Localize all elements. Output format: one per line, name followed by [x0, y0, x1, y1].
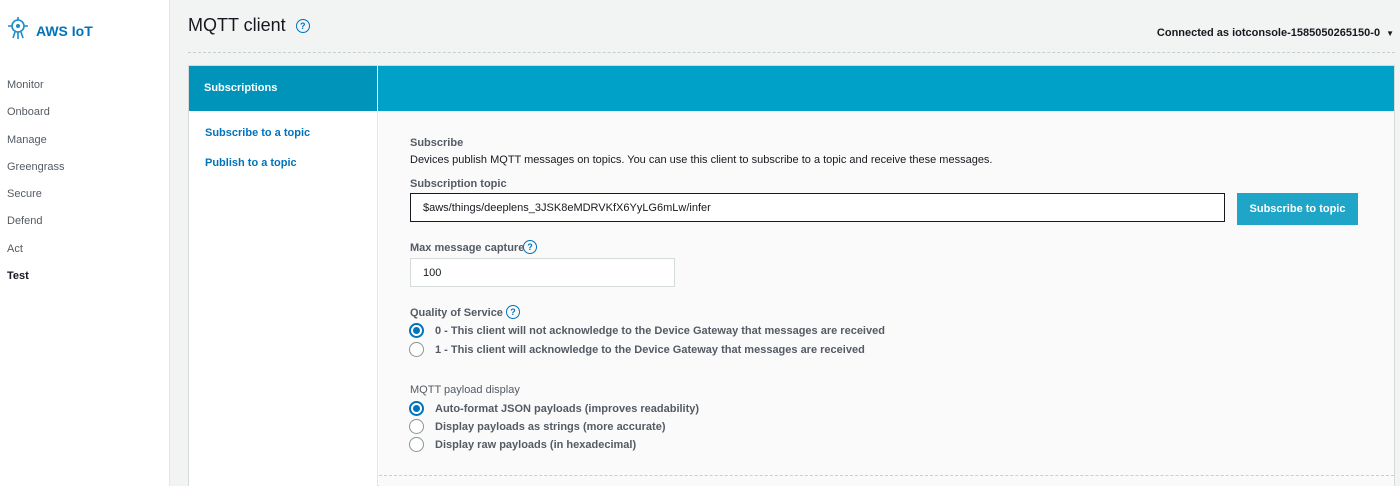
- nav-item-secure[interactable]: Secure: [7, 187, 64, 214]
- left-navigation: AWS IoT Monitor Onboard Manage Greengras…: [0, 0, 170, 486]
- max-capture-label: Max message capture: [410, 242, 525, 254]
- qos-0-radio[interactable]: [409, 323, 424, 338]
- payload-strings-radio[interactable]: [409, 419, 424, 434]
- nav-item-manage[interactable]: Manage: [7, 133, 64, 160]
- connected-label: Connected as iotconsole-1585050265150-0: [1156, 27, 1381, 39]
- payload-hex-label: Display raw payloads (in hexadecimal): [435, 438, 637, 451]
- nav-item-test[interactable]: Test: [7, 269, 64, 296]
- payload-display-label: MQTT payload display: [410, 384, 520, 396]
- page-title-row: MQTT client ?: [188, 15, 310, 36]
- max-message-capture-input[interactable]: [410, 258, 675, 287]
- subnav-subscribe-link[interactable]: Subscribe to a topic: [205, 127, 310, 139]
- subnav-publish-link[interactable]: Publish to a topic: [205, 157, 297, 169]
- content-divider: [379, 475, 1394, 476]
- qos-option-0[interactable]: 0 - This client will not acknowledge to …: [409, 323, 885, 338]
- nav-item-act[interactable]: Act: [7, 242, 64, 269]
- subscription-topic-input[interactable]: [410, 193, 1225, 222]
- subscription-subnav: Subscribe to a topic Publish to a topic: [189, 111, 378, 486]
- qos-1-label: 1 - This client will acknowledge to the …: [435, 343, 865, 356]
- help-icon[interactable]: ?: [295, 18, 310, 33]
- subscribe-heading: Subscribe: [410, 137, 464, 149]
- nav-list: Monitor Onboard Manage Greengrass Secure…: [7, 78, 64, 296]
- qos-label: Quality of Service: [410, 307, 503, 319]
- payload-json-label: Auto-format JSON payloads (improves read…: [435, 402, 700, 415]
- tab-subscriptions[interactable]: Subscriptions: [189, 66, 378, 111]
- brand[interactable]: AWS IoT: [6, 16, 93, 45]
- caret-down-icon: ▼: [1386, 28, 1394, 38]
- header-divider: [188, 52, 1395, 53]
- mqtt-panel: Subscriptions Subscribe to a topic Publi…: [188, 65, 1395, 486]
- payload-option-json[interactable]: Auto-format JSON payloads (improves read…: [409, 401, 699, 416]
- qos-0-label: 0 - This client will not acknowledge to …: [435, 324, 885, 337]
- qos-help-icon[interactable]: ?: [506, 305, 520, 319]
- payload-option-strings[interactable]: Display payloads as strings (more accura…: [409, 419, 665, 434]
- subscribe-form: Subscribe Devices publish MQTT messages …: [379, 111, 1394, 486]
- qos-1-radio[interactable]: [409, 342, 424, 357]
- nav-item-defend[interactable]: Defend: [7, 214, 64, 241]
- brand-name: AWS IoT: [36, 22, 93, 39]
- payload-json-radio[interactable]: [409, 401, 424, 416]
- connection-menu[interactable]: Connected as iotconsole-1585050265150-0 …: [1157, 27, 1394, 39]
- subscribe-to-topic-button[interactable]: Subscribe to topic: [1237, 193, 1358, 225]
- payload-strings-label: Display payloads as strings (more accura…: [435, 420, 666, 433]
- page-title: MQTT client: [188, 15, 286, 35]
- subscribe-description: Devices publish MQTT messages on topics.…: [410, 154, 993, 166]
- payload-option-hex[interactable]: Display raw payloads (in hexadecimal): [409, 437, 636, 452]
- topic-label: Subscription topic: [410, 178, 507, 190]
- nav-item-monitor[interactable]: Monitor: [7, 78, 64, 105]
- max-capture-help-icon[interactable]: ?: [523, 240, 537, 254]
- nav-item-greengrass[interactable]: Greengrass: [7, 160, 64, 187]
- payload-hex-radio[interactable]: [409, 437, 424, 452]
- qos-option-1[interactable]: 1 - This client will acknowledge to the …: [409, 342, 865, 357]
- tab-bar: Subscriptions: [189, 66, 1394, 111]
- aws-iot-logo-icon: [6, 16, 30, 45]
- nav-item-onboard[interactable]: Onboard: [7, 105, 64, 132]
